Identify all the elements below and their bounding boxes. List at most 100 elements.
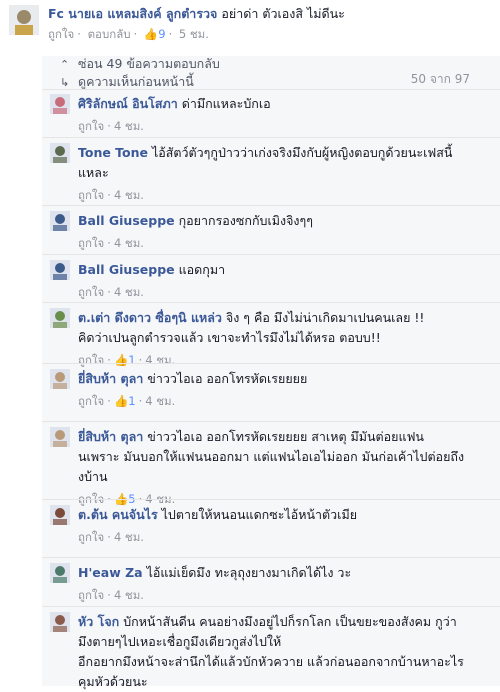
reply-time[interactable]: 4 ชม. xyxy=(114,285,144,299)
reply-time[interactable]: 4 ชม. xyxy=(145,394,175,408)
like-link[interactable]: ถูกใจ xyxy=(48,27,74,41)
like-link[interactable]: ถูกใจ xyxy=(78,394,104,408)
reply-meta: ถูกใจ · 4 ชม. xyxy=(78,119,144,133)
reply-text: บักหน้าสันดีน คนอย่างมึงอยู่ไปก็รกโลก เป… xyxy=(119,614,457,629)
like-link[interactable]: ถูกใจ xyxy=(78,119,104,133)
divider xyxy=(42,606,500,607)
comments-page: Fc นายเอ แหลมสิงค์ ลูกตำรวจ อย่าด่า ตัวเ… xyxy=(0,0,500,689)
reply-text-line: นเพราะ มันบอกให้แฟนนออกมา แต่แฟนไอเอไม่อ… xyxy=(78,449,465,464)
avatar-icon xyxy=(50,563,70,583)
reply-meta: ถูกใจ · 4 ชม. xyxy=(78,188,144,202)
avatar[interactable] xyxy=(9,5,39,35)
avatar-icon xyxy=(50,369,70,389)
reply-author[interactable]: ต.ต้น คนจันไร xyxy=(78,507,158,522)
reply-text: ข่าววไอเอ ออกโทรหัดเรยยยย สาเหตุ มึมันต่… xyxy=(143,429,424,444)
like-link[interactable]: ถูกใจ xyxy=(78,188,104,202)
avatar-icon xyxy=(50,308,70,328)
reply-author[interactable]: ยี่สิบห้า ตุลา xyxy=(78,371,143,386)
reply-time[interactable]: 4 ชม. xyxy=(114,588,144,602)
like-link[interactable]: ถูกใจ xyxy=(78,236,104,250)
comment-time[interactable]: 5 ชม. xyxy=(179,27,209,41)
like-link[interactable]: ถูกใจ xyxy=(78,285,104,299)
like-count[interactable]: 👍9 xyxy=(144,27,166,41)
reply-text: จิง ๆ คือ มึงไม่น่าเกิดมาเปนคนเลย !! xyxy=(221,310,425,325)
divider xyxy=(42,557,500,558)
avatar-icon xyxy=(50,211,70,231)
avatar-icon xyxy=(50,143,70,163)
reply-author[interactable]: H'eaw Za xyxy=(78,565,143,580)
like-link[interactable]: ถูกใจ xyxy=(78,530,104,544)
thumbs-up-icon: 👍 xyxy=(113,394,129,408)
like-count[interactable]: 👍1 xyxy=(114,353,136,367)
avatar-icon xyxy=(50,505,70,525)
divider xyxy=(42,205,500,206)
comment-author[interactable]: Fc นายเอ แหลมสิงค์ ลูกตำรวจ xyxy=(48,6,217,21)
reply-text: แอดกุมา xyxy=(174,262,226,277)
avatar[interactable] xyxy=(50,563,70,583)
reply-meta: ถูกใจ · 👍1 · 4 ชม. xyxy=(78,394,176,408)
avatar-icon xyxy=(50,612,70,632)
like-count[interactable]: 👍1 xyxy=(114,394,136,408)
avatar-icon xyxy=(50,94,70,114)
reply-meta: ถูกใจ · 4 ชม. xyxy=(78,236,144,250)
avatar[interactable] xyxy=(50,308,70,328)
reply-meta: ถูกใจ · 👍1 · 4 ชม. xyxy=(78,353,176,367)
reply-author[interactable]: ยี่สิบห้า ตุลา xyxy=(78,429,143,444)
divider xyxy=(42,421,500,422)
avatar[interactable] xyxy=(50,143,70,163)
reply-time[interactable]: 4 ชม. xyxy=(114,119,144,133)
reply-author[interactable]: Ball Giuseppe xyxy=(78,213,175,228)
avatar[interactable] xyxy=(50,260,70,280)
avatar[interactable] xyxy=(50,369,70,389)
reply-text: ไปตายให้หนอนแดกซะไอ้หน้าตัวเมีย xyxy=(157,507,358,522)
reply-author[interactable]: Tone Tone xyxy=(78,145,148,160)
reply-author[interactable]: ต.เต่า ดึงดาว ซื่อๆนิ แหล่ว xyxy=(78,310,222,325)
comment-text: อย่าด่า ตัวเองสิ ไม่ดีนะ xyxy=(221,6,345,21)
like-link[interactable]: ถูกใจ xyxy=(78,588,104,602)
reply-text-line: มึงตายๆไปเหอะเชื่อกูมึงเดียวกูส่งไปให้ xyxy=(78,634,282,649)
divider xyxy=(42,137,500,138)
reply-time[interactable]: 4 ชม. xyxy=(114,236,144,250)
reply-time[interactable]: 4 ชม. xyxy=(114,530,144,544)
reply-author[interactable]: ศิริลักษณ์ อินโสภา xyxy=(78,96,178,111)
avatar[interactable] xyxy=(50,211,70,231)
thumbs-up-icon: 👍 xyxy=(113,353,129,367)
reply-text-line: งบ้าน xyxy=(78,469,108,484)
reply-text: ไอ้สัตว์ตัวๆกูป่าวว่าเก่งจริงมึงกับผู้หญ… xyxy=(148,145,453,160)
reply-meta: ถูกใจ · 4 ชม. xyxy=(78,530,144,544)
divider xyxy=(42,89,500,90)
like-link[interactable]: ถูกใจ xyxy=(78,353,104,367)
reply-meta: ถูกใจ · 4 ชม. xyxy=(78,285,144,299)
avatar[interactable] xyxy=(50,612,70,632)
chevron-up-icon: ⌃ xyxy=(60,58,70,71)
reply-text: ข่าววไอเอ ออกโทรหัดเรยยยย xyxy=(143,371,308,386)
reply-arrow-icon: ↳ xyxy=(60,76,70,89)
reply-time[interactable]: 4 ชม. xyxy=(145,353,175,367)
thumbs-up-icon: 👍 xyxy=(143,27,159,41)
avatar[interactable] xyxy=(50,427,70,447)
comment-meta: ถูกใจ · ตอบกลับ · 👍9 · 5 ชม. xyxy=(48,27,209,41)
reply-text-line: คิดว่าเปนลูกตำรวจแล้ว เขาจะทำไรมึงไม่ได้… xyxy=(78,330,381,345)
divider xyxy=(42,363,500,364)
reply-text-line: อีกอยากมึงหน้าจะส่านึกได้แล้วบักหัวควาย … xyxy=(78,654,464,669)
reply-text-line: คุมหัวด้วยนะ xyxy=(78,674,148,689)
avatar-icon xyxy=(9,5,39,35)
avatar[interactable] xyxy=(50,94,70,114)
reply-author[interactable]: Ball Giuseppe xyxy=(78,262,175,277)
hide-replies-link[interactable]: ⌃ ซ่อน 49 ข้อความตอบกลับ xyxy=(60,54,220,74)
divider xyxy=(42,254,500,255)
avatar-icon xyxy=(50,427,70,447)
divider xyxy=(42,499,500,500)
reply-link[interactable]: ตอบกลับ xyxy=(88,27,131,41)
replies-thread: ⌃ ซ่อน 49 ข้อความตอบกลับ ↳ ดูความเห็นก่อ… xyxy=(42,54,500,689)
divider xyxy=(42,302,500,303)
reply-text-line: แหละ xyxy=(78,165,109,180)
reply-text: ไอ้แม่เย็ดมึง ทะลุถุงยางมาเกิดได้ไง วะ xyxy=(142,565,352,580)
avatar-icon xyxy=(50,260,70,280)
top-comment: Fc นายเอ แหลมสิงค์ ลูกตำรวจ อย่าด่า ตัวเ… xyxy=(0,0,500,56)
reply-pager: 50 จาก 97 xyxy=(410,72,470,86)
reply-time[interactable]: 4 ชม. xyxy=(114,188,144,202)
reply-text: ด่ามึกแหละบักเอ xyxy=(177,96,271,111)
avatar[interactable] xyxy=(50,505,70,525)
reply-author[interactable]: หัว โจก xyxy=(78,614,119,629)
